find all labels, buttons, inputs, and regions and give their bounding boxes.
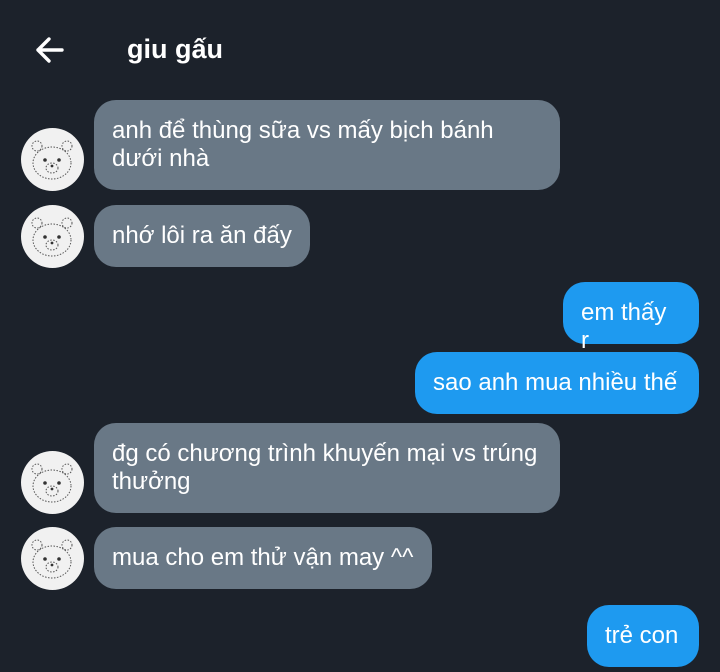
arrow-left-icon (36, 37, 64, 63)
message-bubble-outgoing[interactable]: sao anh mua nhiều thế (415, 352, 699, 414)
message-bubble-incoming[interactable]: mua cho em thử vận may ^^ (94, 527, 432, 589)
bear-doodle-icon (31, 217, 73, 257)
message-bubble-outgoing[interactable]: trẻ con (587, 605, 699, 667)
bear-doodle-icon (31, 463, 73, 503)
contact-avatar[interactable] (21, 527, 84, 590)
message-bubble-outgoing[interactable]: em thấy r (563, 282, 699, 354)
chat-header: giu gấu (0, 0, 720, 100)
chat-title: giu gấu (127, 34, 223, 64)
contact-avatar[interactable] (21, 451, 84, 514)
contact-avatar[interactable] (21, 128, 84, 191)
back-button[interactable] (30, 30, 70, 70)
message-bubble-incoming[interactable]: anh để thùng sữa vs mấy bịch bánh dưới n… (94, 100, 560, 190)
bear-doodle-icon (31, 539, 73, 579)
message-bubble-incoming[interactable]: đg có chương trình khuyến mại vs trúng t… (94, 423, 560, 513)
contact-avatar[interactable] (21, 205, 84, 268)
message-bubble-incoming[interactable]: nhớ lôi ra ăn đấy (94, 205, 310, 267)
bear-doodle-icon (31, 140, 73, 180)
